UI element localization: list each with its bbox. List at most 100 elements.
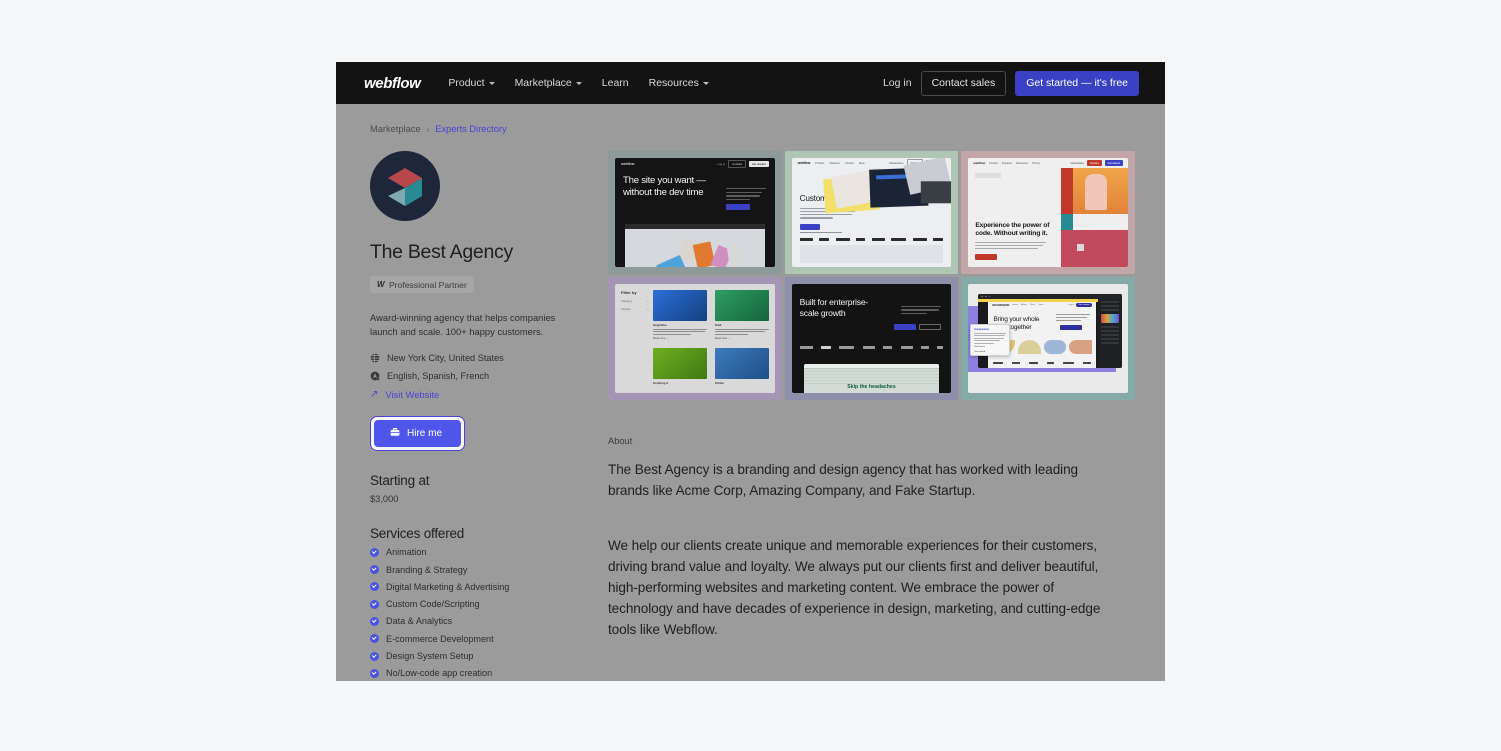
- check-circle-icon: [370, 547, 379, 557]
- profile-bio: Award-winning agency that helps companie…: [370, 312, 556, 337]
- status-badge: W Professional Partner: [370, 276, 474, 293]
- mock-brand-row: [799, 346, 944, 349]
- visit-website-link[interactable]: ↗ Visit Website: [370, 389, 575, 400]
- profile-sidebar: The Best Agency W Professional Partner A…: [370, 151, 575, 681]
- page-content: Marketplace › Experts Directory The Best…: [336, 104, 1165, 681]
- service-label: Branding & Strategy: [386, 564, 468, 575]
- list-item: No/Low-code app creation: [370, 668, 575, 678]
- list-item: Data & Analytics: [370, 616, 575, 626]
- portfolio-gallery: webflow Log in Contact Get started The s…: [608, 151, 1135, 400]
- status-badge-label: Professional Partner: [388, 279, 467, 290]
- main-column: webflow Log in Contact Get started The s…: [608, 151, 1135, 681]
- mock-cta: [975, 254, 998, 261]
- service-label: Design System Setup: [386, 651, 474, 662]
- page-title: The Best Agency: [370, 241, 513, 263]
- list-item: Branding & Strategy: [370, 565, 575, 575]
- services-list: Animation Branding & Strategy Digital Ma…: [370, 547, 575, 681]
- nav-item-learn[interactable]: Learn: [602, 77, 629, 89]
- portfolio-item[interactable]: webflow Log in Contact Get started The s…: [608, 151, 782, 274]
- profile-location-label: New York City, United States: [387, 353, 504, 364]
- webflow-mark-icon: W: [377, 280, 385, 289]
- avatar: [370, 151, 440, 221]
- list-item: Digital Marketing & Advertising: [370, 582, 575, 592]
- webflow-page: webflow Product Marketplace Learn Resour…: [336, 62, 1165, 681]
- briefcase-icon: [390, 427, 400, 440]
- nav-item-resources-label: Resources: [648, 77, 699, 89]
- about-paragraph: The Best Agency is a branding and design…: [608, 462, 1079, 499]
- chevron-down-icon: [702, 82, 709, 85]
- contact-sales-button[interactable]: Contact sales: [920, 70, 1007, 96]
- mock-navbar: webflow Product Solutions Resources Pricin…: [968, 158, 1128, 168]
- mock-image-grid: [1060, 168, 1128, 267]
- nav-item-product[interactable]: Product: [448, 77, 495, 89]
- portfolio-item[interactable]: webflow Product Solutions Contact More Mar…: [784, 151, 959, 274]
- portfolio-headline: The site you want — without the dev time: [623, 175, 706, 198]
- profile-languages-label: English, Spanish, French: [387, 371, 490, 382]
- check-circle-icon: [370, 651, 379, 661]
- portfolio-thumbnail: Filter by Category ⌄ Industry ⌄ Heightline…: [615, 284, 775, 393]
- mock-brand-row: [799, 237, 944, 241]
- starting-at-price: $3,000: [370, 494, 399, 505]
- portfolio-item[interactable]: Built for enterprise-scale growth Skip t…: [784, 277, 959, 400]
- portfolio-item[interactable]: BRANDNAME Home About Work Team Log in Get s…: [961, 277, 1135, 400]
- portfolio-thumbnail: webflow Product Solutions Contact More Mar…: [791, 158, 952, 267]
- check-circle-icon: [370, 634, 379, 644]
- primary-nav-links: Product Marketplace Learn Resources: [448, 77, 709, 89]
- check-circle-icon: [370, 616, 379, 626]
- external-link-icon: ↗: [370, 388, 379, 400]
- chevron-down-icon: [575, 82, 582, 85]
- portfolio-thumbnail: Built for enterprise-scale growth Skip t…: [791, 284, 952, 393]
- globe-icon: [370, 353, 380, 363]
- mock-cta: [1060, 325, 1082, 330]
- nav-item-product-label: Product: [448, 77, 485, 89]
- portfolio-caption: Skip the headaches: [847, 384, 896, 390]
- nav-item-marketplace[interactable]: Marketplace: [515, 77, 582, 89]
- mock-cta: [799, 223, 820, 230]
- portfolio-thumbnail: webflow Product Solutions Resources Pricin…: [968, 158, 1128, 267]
- mock-table-panel: Skip the headaches: [803, 364, 940, 393]
- visit-website-label: Visit Website: [385, 389, 440, 401]
- breadcrumb-separator-icon: ›: [426, 124, 430, 134]
- mock-tooltip: Components Read more Get started: [970, 324, 1011, 356]
- mock-navbar: webflow Log in Contact Get started: [615, 158, 775, 170]
- breadcrumb: Marketplace › Experts Directory: [370, 124, 1135, 134]
- service-label: No/Low-code app creation: [386, 668, 493, 679]
- hire-me-focus-ring: Hire me: [370, 416, 466, 452]
- check-circle-icon: [370, 668, 379, 678]
- portfolio-thumbnail: webflow Log in Contact Get started The s…: [615, 158, 775, 267]
- list-item: Animation: [370, 547, 575, 557]
- check-circle-icon: [370, 565, 379, 575]
- mock-cta: [725, 204, 750, 210]
- service-label: Animation: [386, 547, 427, 558]
- mock-logo: webflow: [621, 162, 635, 166]
- breadcrumb-experts-directory[interactable]: Experts Directory: [435, 124, 506, 134]
- list-item: E-commerce Development: [370, 634, 575, 644]
- service-label: Digital Marketing & Advertising: [386, 581, 510, 592]
- mock-text-lines: [725, 188, 766, 202]
- chevron-down-icon: [488, 82, 495, 85]
- portfolio-item[interactable]: webflow Product Solutions Resources Pricin…: [961, 151, 1135, 274]
- list-item: Design System Setup: [370, 651, 575, 661]
- portfolio-headline: Built for enterprise-scale growth: [799, 297, 869, 318]
- mock-left-panel: Experience the power of code. Without wr…: [968, 168, 1061, 267]
- service-label: Custom Code/Scripting: [386, 599, 480, 610]
- nav-item-marketplace-label: Marketplace: [514, 77, 572, 89]
- profile-location: New York City, United States: [370, 353, 575, 363]
- top-navigation-bar: webflow Product Marketplace Learn Resour…: [336, 62, 1165, 104]
- about-paragraph: We help our clients create unique and me…: [608, 538, 1101, 638]
- portfolio-item[interactable]: Filter by Category ⌄ Industry ⌄ Heightline…: [608, 277, 782, 400]
- get-started-button[interactable]: Get started — it's free: [1015, 70, 1139, 96]
- webflow-logo[interactable]: webflow: [364, 75, 421, 92]
- hire-me-label: Hire me: [407, 428, 443, 440]
- service-label: Data & Analytics: [386, 616, 453, 627]
- hire-me-button[interactable]: Hire me: [374, 420, 462, 448]
- mock-cta-group: [894, 324, 942, 330]
- two-column-layout: The Best Agency W Professional Partner A…: [370, 151, 1135, 681]
- mock-browser: [625, 224, 765, 267]
- about-section-label: About: [608, 436, 633, 446]
- starting-at-heading: Starting at: [370, 473, 430, 489]
- log-in-link[interactable]: Log in: [883, 77, 912, 89]
- nav-item-resources[interactable]: Resources: [649, 77, 709, 89]
- list-item: Custom Code/Scripting: [370, 599, 575, 609]
- breadcrumb-marketplace[interactable]: Marketplace: [370, 124, 421, 134]
